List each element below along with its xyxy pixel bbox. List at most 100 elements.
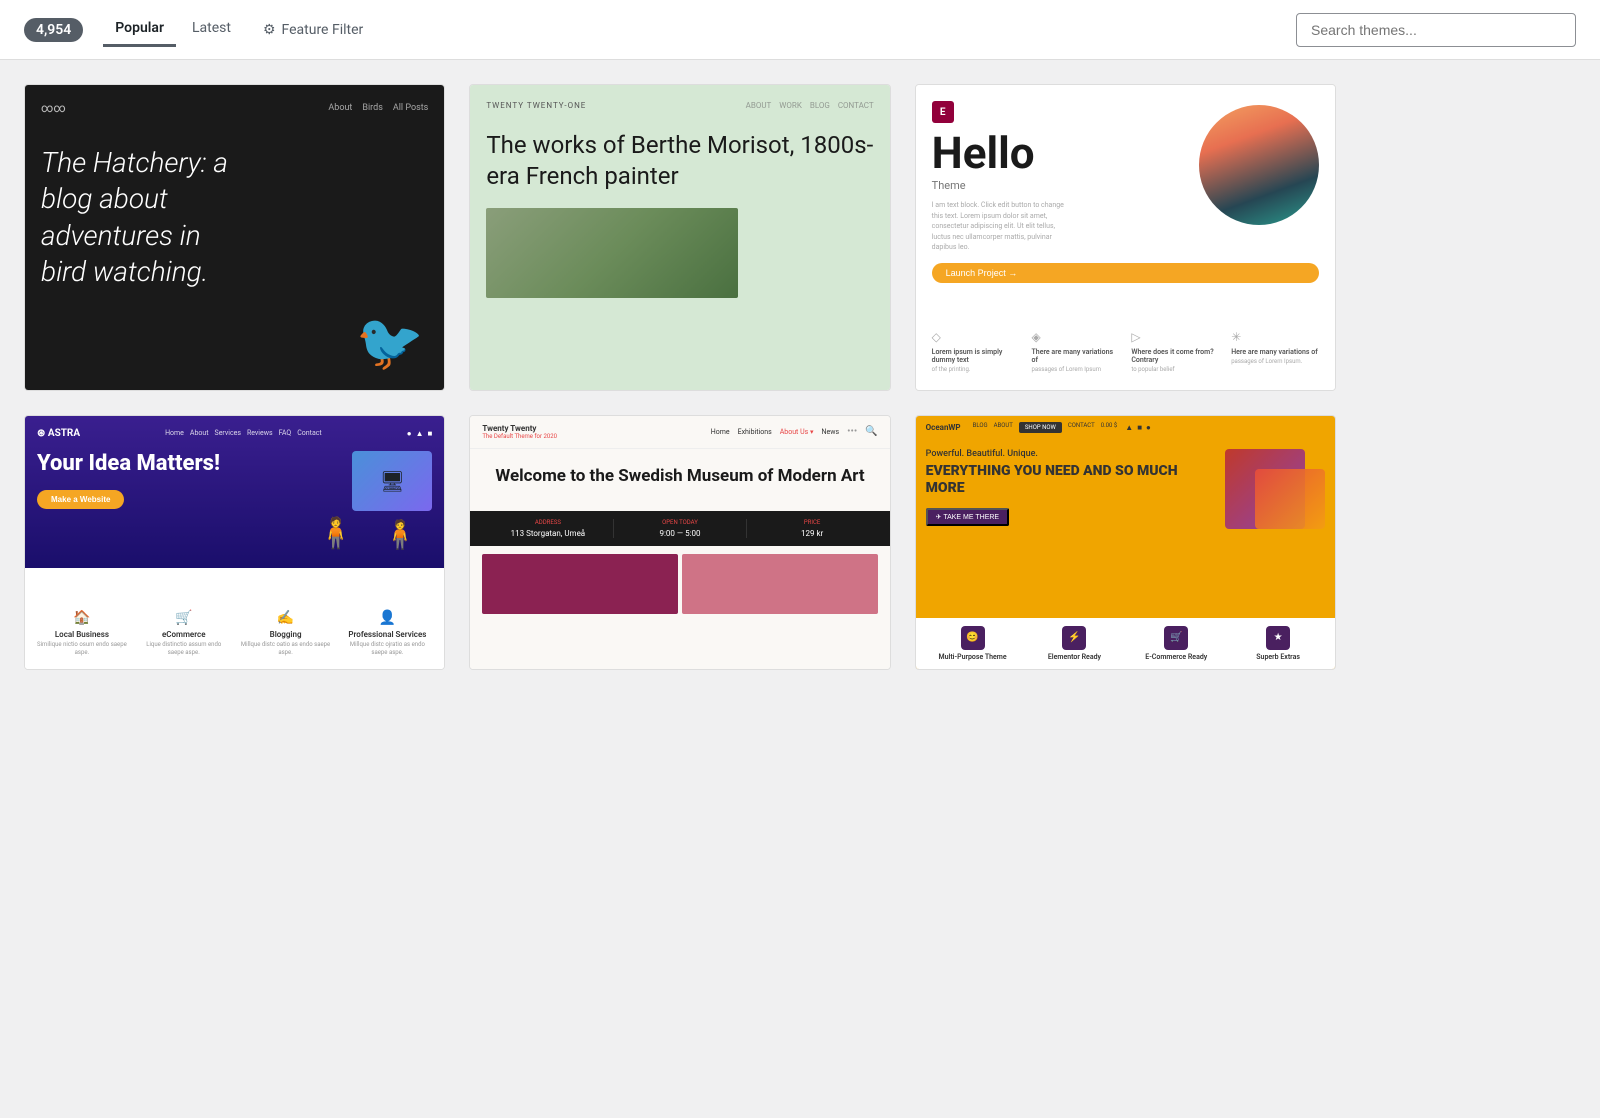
tt-more-dots: ••• bbox=[847, 426, 857, 437]
astra-service-professional: 👤 Professional Services Millque distc oj… bbox=[342, 610, 432, 657]
feature-icon-1: ◇ bbox=[932, 330, 1020, 344]
bird-illustration: 🐦 bbox=[356, 311, 424, 375]
tt1-site-title: TWENTY TWENTY-ONE bbox=[486, 101, 586, 110]
owp-nav-contact: CONTACT bbox=[1068, 422, 1095, 433]
tt-logo: Twenty Twenty bbox=[482, 424, 557, 433]
theme-card-twentytwentytwo[interactable]: ∞∞ About Birds All Posts The Hatchery: a… bbox=[24, 84, 445, 391]
search-wrap bbox=[1296, 13, 1576, 47]
professional-name: Professional Services bbox=[342, 630, 432, 639]
astra-cta-button[interactable]: Make a Website bbox=[37, 490, 124, 509]
astra-social-icon-2: ▲ bbox=[416, 429, 424, 438]
astra-nav: ⊛ ASTRA Home About Services Reviews FAQ … bbox=[37, 428, 432, 439]
astra-services: 🏠 Local Business Similique nictio osum e… bbox=[25, 598, 444, 669]
feature-icon-2: ◈ bbox=[1032, 330, 1120, 344]
theme-preview-twentytwentytwo: ∞∞ About Birds All Posts The Hatchery: a… bbox=[25, 85, 444, 390]
tt-nav-news: News bbox=[821, 428, 839, 436]
astra-social-icon-3: ■ bbox=[427, 429, 432, 438]
owp-hero-image bbox=[1215, 449, 1325, 539]
tt2-headline: The Hatchery: a blog about adventures in… bbox=[41, 145, 241, 291]
tt-hours-label: OPEN TODAY bbox=[614, 519, 745, 526]
astra-nav-home: Home bbox=[165, 429, 184, 437]
tt-logo-group: Twenty Twenty The Default Theme for 2020 bbox=[482, 424, 557, 440]
feature-text-2: passages of Lorem Ipsum bbox=[1032, 366, 1120, 374]
theme-preview-twentytwentyone: TWENTY TWENTY-ONE ABOUT WORK BLOG CONTAC… bbox=[470, 85, 889, 390]
tab-latest[interactable]: Latest bbox=[180, 12, 243, 47]
tt-gallery-image-1 bbox=[482, 554, 678, 614]
hello-body-text: I am text block. Click edit button to ch… bbox=[932, 200, 1072, 253]
owp-service-extras: ★ Superb Extras bbox=[1231, 626, 1325, 661]
theme-card-hello-elementor[interactable]: E Hello Theme I am text block. Click edi… bbox=[915, 84, 1336, 391]
owp-nav: OceanWP BLOG ABOUT SHOP NOW CONTACT 0.00… bbox=[916, 416, 1335, 439]
theme-name-twentytwentytwo: Twenty Twenty-Two bbox=[25, 390, 444, 391]
theme-preview-oceanwp: OceanWP BLOG ABOUT SHOP NOW CONTACT 0.00… bbox=[916, 416, 1335, 669]
blogging-icon: ✍ bbox=[241, 610, 331, 626]
tt-nav-about: About Us ▾ bbox=[780, 428, 814, 436]
astra-nav-links: Home About Services Reviews FAQ Contact bbox=[165, 429, 322, 437]
theme-name-hello-elementor: Hello Elementor bbox=[916, 390, 1335, 391]
tab-popular[interactable]: Popular bbox=[103, 12, 176, 47]
superb-extras-icon: ★ bbox=[1266, 626, 1290, 650]
tt2-nav-about: About bbox=[328, 103, 352, 113]
tt-hero: Welcome to the Swedish Museum of Modern … bbox=[470, 449, 889, 511]
tt-info-bar: ADDRESS 113 Storgatan, Umeå OPEN TODAY 9… bbox=[470, 511, 889, 546]
owp-cta-button[interactable]: ✈ TAKE ME THERE bbox=[926, 508, 1009, 526]
theme-preview-twentytwenty: Twenty Twenty The Default Theme for 2020… bbox=[470, 416, 889, 669]
themes-grid: ∞∞ About Birds All Posts The Hatchery: a… bbox=[0, 60, 1360, 694]
feature-title-2: There are many variations of bbox=[1032, 348, 1120, 364]
owp-logo: OceanWP bbox=[926, 423, 961, 432]
astra-social-icon-1: ● bbox=[407, 429, 412, 438]
owp-nav-about: ABOUT bbox=[994, 422, 1013, 433]
professional-desc: Millque distc ojratio as endo saepe aspe… bbox=[342, 641, 432, 657]
feature-text-3: to popular belief bbox=[1131, 366, 1219, 374]
toolbar: 4,954 Popular Latest ⚙ Feature Filter bbox=[0, 0, 1600, 60]
astra-nav-reviews: Reviews bbox=[247, 429, 273, 437]
astra-nav-faq: FAQ bbox=[279, 429, 292, 437]
tt-gallery bbox=[470, 546, 889, 669]
tt2-nav-birds: Birds bbox=[362, 103, 382, 113]
elementor-badge: E bbox=[932, 101, 954, 123]
feature-icon-3: ▷ bbox=[1131, 330, 1219, 344]
search-input[interactable] bbox=[1296, 13, 1576, 47]
astra-illustration: 🖥 🧍 🧍 bbox=[312, 451, 432, 551]
theme-preview-hello-elementor: E Hello Theme I am text block. Click edi… bbox=[916, 85, 1335, 390]
theme-count-badge: 4,954 bbox=[24, 18, 83, 42]
astra-social-icons: ● ▲ ■ bbox=[407, 429, 433, 438]
hello-feature-1: ◇ Lorem ipsum is simply dummy text of th… bbox=[932, 330, 1020, 374]
owp-service-elementor: ⚡ Elementor Ready bbox=[1028, 626, 1122, 661]
tt1-nav-contact: CONTACT bbox=[838, 101, 874, 110]
owp-nav-links: BLOG ABOUT SHOP NOW CONTACT 0.00 $ bbox=[973, 422, 1118, 433]
feature-title-3: Where does it come from? Contrary bbox=[1131, 348, 1219, 364]
tt-gallery-image-2 bbox=[682, 554, 878, 614]
superb-extras-name: Superb Extras bbox=[1231, 653, 1325, 661]
astra-nav-about: About bbox=[190, 429, 209, 437]
feature-text-4: passages of Lorem Ipsum. bbox=[1231, 358, 1319, 366]
owp-shop-button[interactable]: SHOP NOW bbox=[1019, 422, 1062, 433]
tt-price-label: PRICE bbox=[747, 519, 878, 526]
theme-card-twentytwenty[interactable]: Twenty Twenty The Default Theme for 2020… bbox=[469, 415, 890, 670]
feature-filter-label: Feature Filter bbox=[282, 22, 364, 38]
tt1-headline: The works of Berthe Morisot, 1800s-era F… bbox=[486, 130, 873, 192]
owp-headline: EVERYTHING YOU NEED AND SO MUCH MORE bbox=[926, 463, 1205, 497]
theme-card-oceanwp[interactable]: OceanWP BLOG ABOUT SHOP NOW CONTACT 0.00… bbox=[915, 415, 1336, 670]
tt-address-value: 113 Storgatan, Umeå bbox=[482, 529, 613, 538]
tt1-landscape-image bbox=[486, 208, 738, 298]
owp-service-multipurpose: 😊 Multi-Purpose Theme bbox=[926, 626, 1020, 661]
theme-card-astra[interactable]: ⊛ ASTRA Home About Services Reviews FAQ … bbox=[24, 415, 445, 670]
feature-filter-button[interactable]: ⚙ Feature Filter bbox=[263, 22, 363, 38]
owp-social-icons: ▲ ■ ● bbox=[1125, 423, 1151, 432]
tt-info-hours: OPEN TODAY 9:00 — 5:00 bbox=[614, 519, 746, 538]
local-business-icon: 🏠 bbox=[37, 610, 127, 626]
owp-social-fb: ■ bbox=[1137, 423, 1142, 432]
astra-headline: Your Idea Matters! bbox=[37, 451, 312, 477]
tt-info-price: PRICE 129 kr bbox=[747, 519, 878, 538]
theme-name-oceanwp: OceanWP bbox=[916, 669, 1335, 670]
multipurpose-name: Multi-Purpose Theme bbox=[926, 653, 1020, 661]
theme-card-twentytwentyone[interactable]: TWENTY TWENTY-ONE ABOUT WORK BLOG CONTAC… bbox=[469, 84, 890, 391]
tt-price-value: 129 kr bbox=[747, 529, 878, 538]
feature-title-1: Lorem ipsum is simply dummy text bbox=[932, 348, 1020, 364]
theme-name-twentytwentyone: Twenty Twenty-One bbox=[470, 390, 889, 391]
astra-service-local: 🏠 Local Business Similique nictio osum e… bbox=[37, 610, 127, 657]
filter-tabs: Popular Latest bbox=[103, 12, 243, 47]
ecommerce-name: eCommerce bbox=[139, 630, 229, 639]
hello-launch-button[interactable]: Launch Project → bbox=[932, 263, 1319, 283]
